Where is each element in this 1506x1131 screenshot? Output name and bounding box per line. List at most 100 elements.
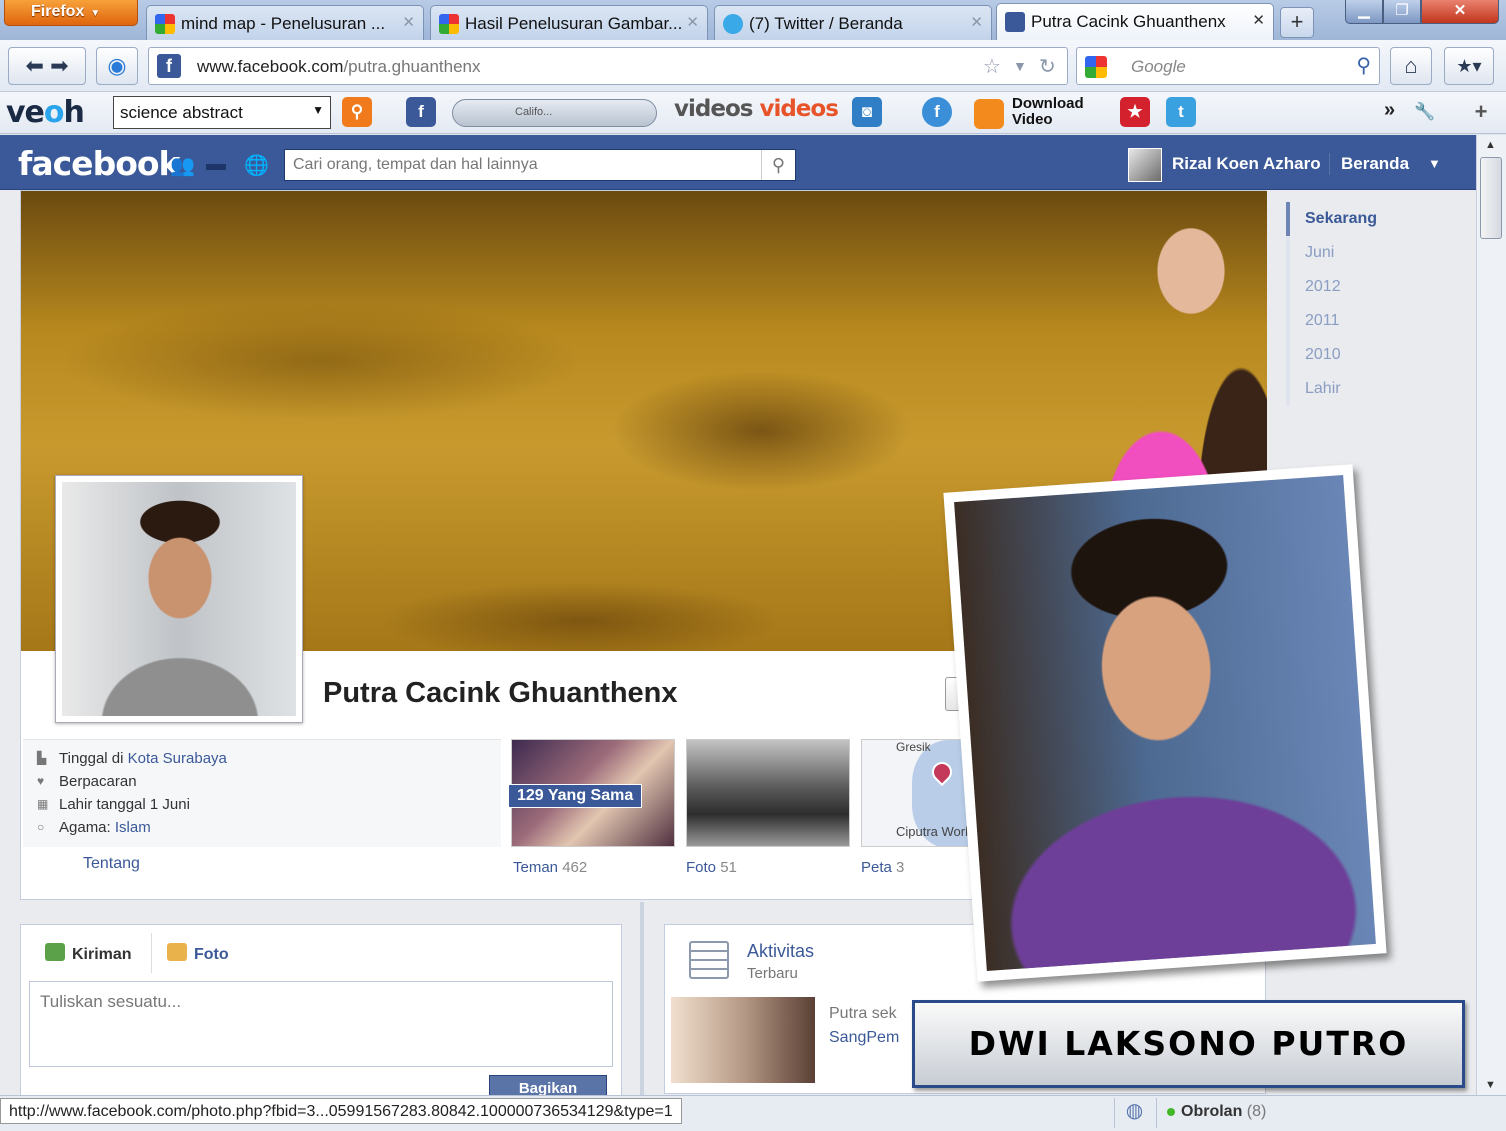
home-link[interactable]: Beranda bbox=[1341, 154, 1409, 174]
photo-icon bbox=[167, 943, 187, 961]
address-bar[interactable]: f www.facebook.com/putra.ghuanthenx ☆ ▼ … bbox=[148, 47, 1068, 85]
timeline-nav-item[interactable]: Lahir bbox=[1286, 372, 1466, 406]
friends-tile-label[interactable]: Teman 462 bbox=[513, 859, 587, 876]
sync-icon[interactable]: ◉ bbox=[96, 47, 138, 85]
bookmark-star-icon[interactable]: ☆ bbox=[983, 54, 1001, 79]
home-icon[interactable]: ⌂ bbox=[1390, 47, 1432, 85]
new-tab-button[interactable]: + bbox=[1280, 7, 1314, 38]
media-player[interactable]: Califo... bbox=[452, 99, 657, 127]
scroll-up-icon[interactable]: ▲ bbox=[1485, 139, 1496, 151]
minimize-button[interactable]: ▁ bbox=[1345, 0, 1383, 24]
messages-icon[interactable]: ▬ bbox=[206, 153, 226, 176]
close-window-button[interactable]: ✕ bbox=[1421, 0, 1499, 24]
photos-tile-label[interactable]: Foto 51 bbox=[686, 859, 737, 876]
timeline-nav-item[interactable]: 2012 bbox=[1286, 270, 1466, 304]
share-button[interactable]: Bagikan bbox=[489, 1075, 607, 1095]
profile-picture[interactable] bbox=[55, 475, 303, 723]
wrench-icon[interactable]: 🔧 bbox=[1410, 97, 1440, 127]
globe-icon[interactable]: ◍ bbox=[1114, 1098, 1154, 1128]
videos-logo[interactable]: videos videos bbox=[674, 96, 839, 122]
add-icon[interactable]: + bbox=[1466, 97, 1496, 127]
map-tile-label[interactable]: Peta 3 bbox=[861, 859, 904, 876]
tab-label: (7) Twitter / Beranda bbox=[749, 14, 903, 33]
tab-facebook-profile[interactable]: Putra Cacink Ghuanthenx ✕ bbox=[996, 3, 1274, 40]
tab-about[interactable]: Tentang bbox=[83, 855, 140, 873]
chevron-down-icon[interactable]: ▼ bbox=[1013, 58, 1027, 74]
timeline-nav-item[interactable]: 2010 bbox=[1286, 338, 1466, 372]
facebook-search-input[interactable]: Cari orang, tempat dan hal lainnya ⚲ bbox=[284, 149, 796, 181]
chat-bar[interactable]: Obrolan (8) bbox=[1156, 1098, 1476, 1128]
tab-image-search[interactable]: Hasil Penelusuran Gambar... ✕ bbox=[430, 5, 708, 40]
close-icon[interactable]: ✕ bbox=[970, 13, 983, 31]
twitter-icon[interactable]: t bbox=[1166, 97, 1196, 127]
tile-label-text: Peta bbox=[861, 859, 892, 876]
google-icon[interactable] bbox=[1085, 56, 1107, 78]
back-forward-buttons[interactable]: ⬅ ➡ bbox=[8, 47, 86, 85]
timeline-nav-item[interactable]: Sekarang bbox=[1286, 202, 1466, 236]
search-bar[interactable]: Google ⚲ bbox=[1076, 47, 1380, 85]
tab-twitter[interactable]: (7) Twitter / Beranda ✕ bbox=[714, 5, 992, 40]
activity-thumbnail[interactable] bbox=[671, 997, 815, 1083]
tab-post[interactable]: Kiriman bbox=[45, 943, 132, 964]
search-placeholder: Cari orang, tempat dan hal lainnya bbox=[293, 156, 538, 173]
back-arrow-icon[interactable]: ⬅ bbox=[26, 53, 44, 78]
search-icon[interactable]: ⚲ bbox=[342, 97, 372, 127]
browser-statusbar: http://www.facebook.com/photo.php?fbid=3… bbox=[0, 1095, 1506, 1131]
account-menu-chevron-icon[interactable]: ▼ bbox=[1428, 156, 1441, 171]
divider bbox=[151, 933, 152, 973]
avatar[interactable] bbox=[1128, 148, 1162, 182]
close-icon[interactable]: ✕ bbox=[402, 13, 415, 31]
user-name-link[interactable]: Rizal Koen Azharo bbox=[1172, 154, 1321, 174]
status-input[interactable]: Tuliskan sesuatu... bbox=[29, 981, 613, 1067]
tile-count: 462 bbox=[562, 859, 588, 876]
scrollbar-thumb[interactable] bbox=[1480, 157, 1502, 239]
veoh-logo[interactable]: veoh bbox=[6, 95, 85, 130]
tile-count: 51 bbox=[720, 859, 737, 876]
tile-label-text: Teman bbox=[513, 859, 559, 876]
page-scrollbar[interactable]: ▲ ▼ bbox=[1476, 135, 1506, 1095]
maximize-button[interactable]: ❐ bbox=[1383, 0, 1421, 24]
overflow-chevron-icon[interactable]: » bbox=[1384, 99, 1395, 122]
close-icon[interactable]: ✕ bbox=[1252, 11, 1265, 29]
tab-mind-map[interactable]: mind map - Penelusuran ... ✕ bbox=[146, 5, 424, 40]
calendar-icon: ▦ bbox=[37, 797, 49, 811]
android-icon[interactable]: ◙ bbox=[852, 97, 882, 127]
scroll-down-icon[interactable]: ▼ bbox=[1485, 1079, 1496, 1091]
star-icon[interactable]: ★ bbox=[1120, 97, 1150, 127]
friends-tile[interactable]: 129 Yang Sama bbox=[508, 739, 675, 847]
toolbar-search-input[interactable]: science abstract ▼ bbox=[113, 96, 331, 129]
activity-text: Putra sek bbox=[829, 1005, 897, 1022]
photos-tile[interactable] bbox=[686, 739, 850, 847]
timeline-nav-item[interactable]: Juni bbox=[1286, 236, 1466, 270]
reload-icon[interactable]: ↻ bbox=[1039, 54, 1056, 79]
overlay-portrait-photo bbox=[943, 464, 1387, 982]
facebook-share-icon[interactable]: f bbox=[922, 97, 952, 127]
url-text[interactable]: www.facebook.com/putra.ghuanthenx bbox=[197, 57, 481, 77]
tab-photo[interactable]: Foto bbox=[167, 943, 229, 964]
search-icon[interactable]: ⚲ bbox=[1356, 53, 1371, 78]
timeline-nav-item[interactable]: 2011 bbox=[1286, 304, 1466, 338]
forward-arrow-icon[interactable]: ➡ bbox=[50, 53, 68, 78]
about-relationship: ♥ Berpacaran bbox=[37, 773, 501, 796]
download-video-button[interactable]: Download Video bbox=[970, 95, 1098, 131]
chat-label: Obrolan bbox=[1181, 1103, 1243, 1120]
activity-link[interactable]: SangPem bbox=[829, 1029, 899, 1047]
friend-requests-icon[interactable]: 👥 bbox=[170, 153, 195, 178]
facebook-logo[interactable]: facebook bbox=[18, 144, 180, 183]
religion-link[interactable]: Islam bbox=[115, 819, 151, 836]
tab-label: Putra Cacink Ghuanthenx bbox=[1031, 12, 1226, 31]
activity-title[interactable]: Aktivitas bbox=[747, 941, 814, 962]
hometown-link[interactable]: Kota Surabaya bbox=[128, 750, 227, 767]
facebook-icon[interactable]: f bbox=[406, 97, 436, 127]
chevron-down-icon[interactable]: ▼ bbox=[312, 103, 324, 117]
notifications-icon[interactable]: 🌐 bbox=[244, 153, 269, 178]
search-icon[interactable]: ⚲ bbox=[761, 150, 795, 180]
close-icon[interactable]: ✕ bbox=[686, 13, 699, 31]
firefox-menu-button[interactable]: Firefox ▼ bbox=[4, 0, 138, 26]
status-composer: Kiriman Foto Tuliskan sesuatu... Bagikan bbox=[20, 924, 622, 1095]
bookmarks-menu-icon[interactable]: ★▾ bbox=[1444, 47, 1494, 85]
about-text: Lahir tanggal 1 Juni bbox=[59, 796, 190, 813]
download-label: Download bbox=[1012, 95, 1084, 112]
url-path: /putra.ghuanthenx bbox=[343, 57, 481, 76]
player-track: Califo... bbox=[515, 106, 553, 118]
